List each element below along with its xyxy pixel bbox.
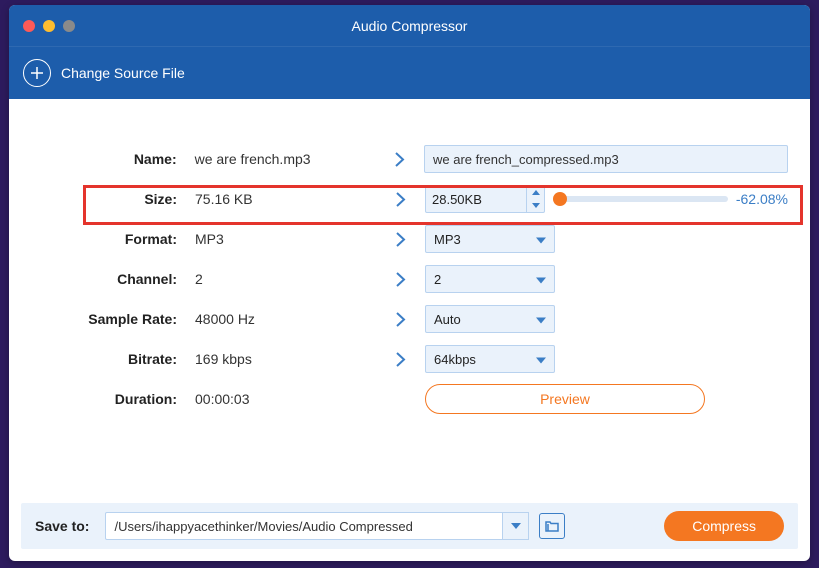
- window-title: Audio Compressor: [9, 18, 810, 34]
- target-name-input[interactable]: [424, 145, 788, 173]
- toolbar: Change Source File: [9, 47, 810, 99]
- label-channel: Channel:: [31, 271, 195, 287]
- label-duration: Duration:: [31, 391, 195, 407]
- slider-thumb[interactable]: [553, 192, 567, 206]
- row-size: Size: 75.16 KB 28.50KB -62.08%: [31, 179, 788, 219]
- open-folder-button[interactable]: [539, 513, 565, 539]
- target-sample-rate-select[interactable]: Auto: [425, 305, 555, 333]
- save-path-dropdown[interactable]: [503, 512, 529, 540]
- label-name: Name:: [31, 151, 195, 167]
- arrow-icon: [375, 351, 425, 368]
- target-channel-select[interactable]: 2: [425, 265, 555, 293]
- change-source-label: Change Source File: [61, 65, 185, 81]
- chevron-down-icon: [536, 312, 546, 327]
- compress-button[interactable]: Compress: [664, 511, 784, 541]
- titlebar: Audio Compressor: [9, 5, 810, 47]
- source-duration: 00:00:03: [195, 391, 375, 407]
- source-format: MP3: [195, 231, 375, 247]
- app-window: Audio Compressor Change Source File Name…: [9, 5, 810, 561]
- label-size: Size:: [31, 191, 195, 207]
- target-bitrate-select[interactable]: 64kbps: [425, 345, 555, 373]
- row-name: Name: we are french.mp3: [31, 139, 788, 179]
- target-format-select[interactable]: MP3: [425, 225, 555, 253]
- arrow-icon: [375, 271, 425, 288]
- chevron-down-icon: [536, 272, 546, 287]
- arrow-icon: [375, 231, 425, 248]
- row-channel: Channel: 2 2: [31, 259, 788, 299]
- plus-circle-icon: [23, 59, 51, 87]
- source-sample-rate: 48000 Hz: [195, 311, 375, 327]
- source-name: we are french.mp3: [195, 151, 375, 167]
- arrow-icon: [375, 191, 425, 208]
- save-to-label: Save to:: [35, 518, 89, 534]
- change-source-button[interactable]: Change Source File: [23, 59, 185, 87]
- source-bitrate: 169 kbps: [195, 351, 375, 367]
- row-format: Format: MP3 MP3: [31, 219, 788, 259]
- save-path-input[interactable]: [105, 512, 503, 540]
- arrow-icon: [375, 311, 425, 328]
- size-step-up[interactable]: [527, 186, 544, 199]
- chevron-down-icon: [536, 352, 546, 367]
- label-format: Format:: [31, 231, 195, 247]
- main-area: Name: we are french.mp3 Size: 75.16 KB 2…: [9, 99, 810, 431]
- preview-button[interactable]: Preview: [425, 384, 705, 414]
- footer: Save to: Compress: [21, 503, 798, 549]
- label-sample-rate: Sample Rate:: [31, 311, 195, 327]
- source-size: 75.16 KB: [195, 191, 375, 207]
- size-slider[interactable]: [557, 196, 728, 202]
- size-percent: -62.08%: [736, 191, 788, 207]
- target-size-spinner[interactable]: 28.50KB: [425, 185, 545, 213]
- row-sample-rate: Sample Rate: 48000 Hz Auto: [31, 299, 788, 339]
- source-channel: 2: [195, 271, 375, 287]
- arrow-icon: [374, 151, 424, 168]
- size-step-down[interactable]: [527, 199, 544, 212]
- row-bitrate: Bitrate: 169 kbps 64kbps: [31, 339, 788, 379]
- target-size-value: 28.50KB: [426, 186, 526, 212]
- label-bitrate: Bitrate:: [31, 351, 195, 367]
- row-duration: Duration: 00:00:03 Preview: [31, 379, 788, 419]
- chevron-down-icon: [536, 232, 546, 247]
